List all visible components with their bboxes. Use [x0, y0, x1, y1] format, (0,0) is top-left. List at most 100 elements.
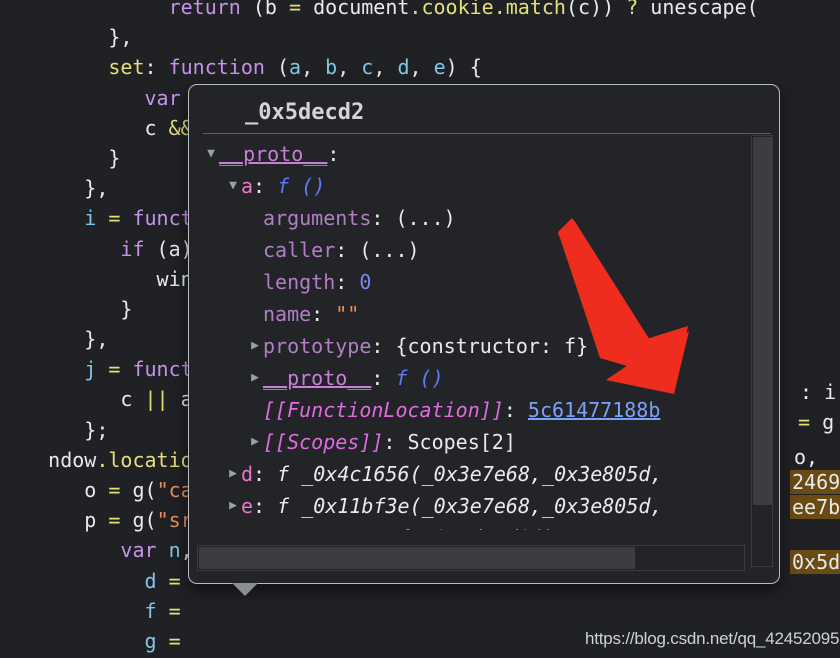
property-key: [[FunctionLocation]]: [263, 398, 504, 422]
popup-pointer-tail: [232, 583, 258, 596]
function-location-link[interactable]: 5c61477188b: [528, 398, 660, 422]
code-token: c: [120, 387, 145, 412]
property-separator: :: [371, 366, 396, 390]
code-line[interactable]: set: function (a, b, c, d, e) {: [0, 52, 840, 82]
code-token: g(: [132, 478, 157, 502]
property-key: length: [263, 270, 336, 294]
code-token: set: [108, 55, 145, 80]
code-token: =: [96, 478, 133, 502]
code-token: a: [289, 55, 302, 80]
code-token: (b: [252, 0, 289, 19]
chevron-down-icon[interactable]: [225, 170, 241, 202]
chevron-down-icon[interactable]: [203, 138, 219, 170]
code-line[interactable]: },: [0, 22, 840, 52]
eval-chip-right-3: 0x5d: [790, 550, 840, 574]
code-token: ndow: [48, 447, 97, 472]
code-token: c: [361, 55, 374, 80]
property-row[interactable]: length: 0: [189, 266, 779, 298]
property-row[interactable]: a: f (): [189, 170, 779, 202]
code-token: =: [156, 598, 193, 623]
tree-spacer-icon: [247, 394, 263, 426]
tree-spacer-icon: [247, 234, 263, 266]
chevron-right-icon[interactable]: [225, 522, 241, 531]
property-row[interactable]: __proto__: f (): [189, 362, 779, 394]
property-row[interactable]: __proto__:: [189, 138, 779, 170]
property-separator: :: [253, 494, 278, 518]
property-key: d: [241, 462, 254, 486]
property-separator: :: [311, 302, 336, 326]
code-token: (: [276, 55, 290, 80]
property-separator: :: [253, 174, 278, 198]
property-row[interactable]: prototype: {constructor: f}: [189, 330, 779, 362]
property-separator: :: [253, 462, 278, 486]
property-row[interactable]: e: f _0x11bf3e(_0x3e7e68,_0x3e805d,: [189, 490, 779, 522]
code-token: return: [168, 0, 253, 19]
property-row[interactable]: d: f _0x4c1656(_0x3e7e68,_0x3e805d,: [189, 458, 779, 490]
code-token: var: [144, 85, 193, 110]
property-separator: :: [371, 206, 396, 230]
popup-horizontal-scrollbar[interactable]: [197, 545, 745, 571]
property-row[interactable]: [[Scopes]]: Scopes[2]: [189, 426, 779, 458]
property-row[interactable]: caller: (...): [189, 234, 779, 266]
code-token: },: [84, 176, 109, 201]
property-value: f _0x5decd2(): [398, 526, 555, 530]
code-token: ,: [337, 55, 362, 80]
code-token: p: [84, 508, 97, 533]
code-token: ,: [373, 55, 398, 80]
code-token: =: [96, 357, 133, 382]
popup-vertical-scrollbar-thumb[interactable]: [753, 137, 773, 505]
property-value: f _0x4c1656(_0x3e7e68,_0x3e805d,: [277, 462, 663, 486]
chevron-right-icon[interactable]: [247, 362, 263, 394]
chevron-right-icon[interactable]: [225, 458, 241, 490]
property-key: [[Scopes]]: [263, 430, 384, 454]
code-token: }: [120, 296, 133, 321]
chevron-right-icon[interactable]: [225, 490, 241, 522]
code-token: d: [144, 568, 157, 593]
property-row[interactable]: constructor: f _0x5decd2(): [189, 522, 779, 530]
property-key: arguments: [263, 206, 372, 230]
popup-horizontal-scrollbar-thumb[interactable]: [199, 547, 635, 569]
property-key: constructor: [241, 526, 373, 530]
property-key: caller: [263, 238, 336, 262]
popup-vertical-scrollbar[interactable]: [751, 135, 773, 567]
code-token: .match: [493, 0, 566, 19]
code-token: =: [289, 0, 314, 19]
tree-spacer-icon: [247, 202, 263, 234]
property-row[interactable]: name: "": [189, 298, 779, 330]
code-token: ,: [409, 55, 434, 80]
code-token: g: [144, 628, 157, 653]
code-token: =: [156, 628, 193, 653]
code-fragment-eq-g: = g: [798, 410, 835, 434]
code-token: var: [120, 538, 169, 563]
code-token: },: [108, 25, 133, 50]
object-inspector-popup[interactable]: _0x5decd2 __proto__: a: f ()arguments: (…: [188, 84, 780, 584]
property-row[interactable]: [[FunctionLocation]]: 5c61477188b: [189, 394, 779, 426]
property-value: f _0x11bf3e(_0x3e7e68,_0x3e805d,: [277, 494, 663, 518]
chevron-right-icon[interactable]: [247, 426, 263, 458]
property-row[interactable]: arguments: (...): [189, 202, 779, 234]
property-key: __proto__: [263, 366, 372, 390]
code-token: (c)): [565, 0, 627, 19]
property-value: (...): [395, 206, 456, 230]
code-token: ||: [144, 387, 169, 412]
code-token: i: [84, 206, 97, 231]
code-token: document: [313, 0, 410, 19]
code-line[interactable]: return (b = document.cookie.match(c)) ? …: [0, 0, 840, 22]
chevron-right-icon[interactable]: [247, 330, 263, 362]
code-token: if: [120, 236, 157, 261]
code-token: =: [96, 206, 133, 231]
code-fragment-colon-i: : i: [800, 380, 837, 404]
code-line[interactable]: f =: [0, 596, 840, 626]
property-key: __proto__: [219, 142, 328, 166]
property-separator: :: [335, 238, 360, 262]
code-token: f: [144, 598, 157, 623]
code-token: },: [84, 327, 109, 352]
property-separator: :: [503, 398, 528, 422]
code-token: .cookie: [409, 0, 494, 19]
property-key: name: [263, 302, 312, 326]
property-separator: :: [373, 526, 397, 530]
property-separator: :: [335, 270, 360, 294]
eval-chip-right-1: 2469: [790, 470, 840, 494]
code-token: =: [96, 508, 133, 533]
popup-property-tree[interactable]: __proto__: a: f ()arguments: (...)caller…: [189, 134, 779, 530]
